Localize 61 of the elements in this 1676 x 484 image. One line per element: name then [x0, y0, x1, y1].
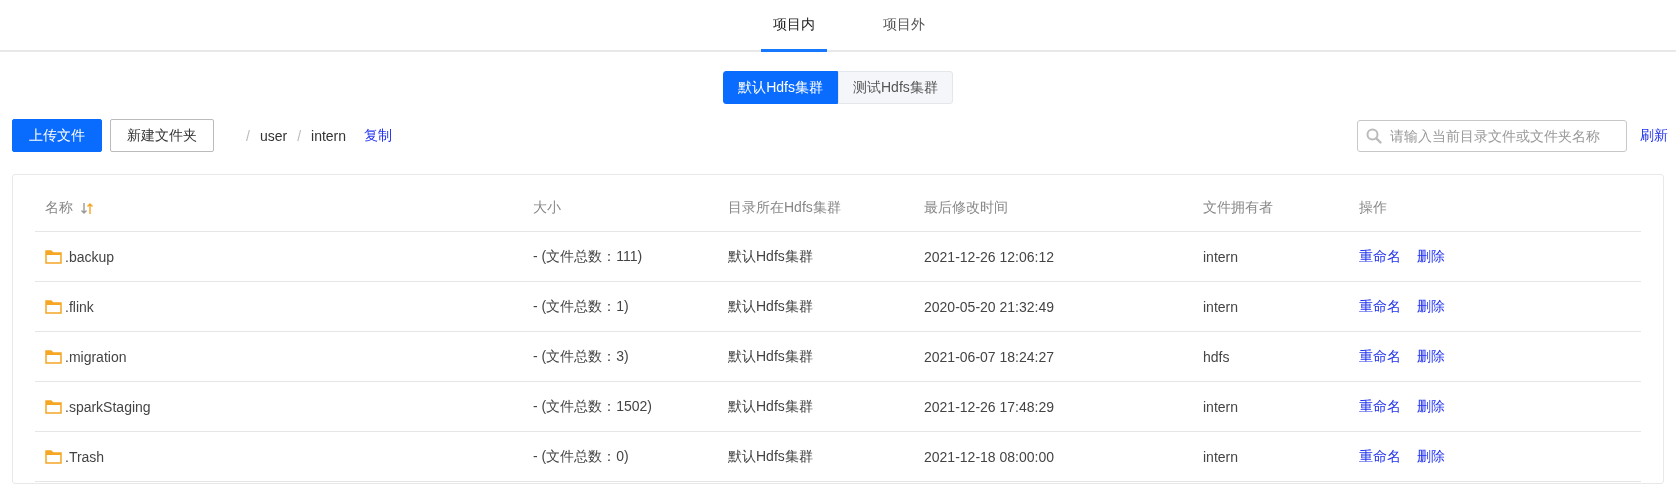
new-folder-button[interactable]: 新建文件夹 — [110, 119, 214, 152]
folder-name[interactable]: .backup — [65, 248, 115, 265]
owner-name: intern — [1203, 298, 1239, 315]
folder-name[interactable]: .sparkStaging — [65, 398, 151, 415]
owner-name: intern — [1203, 398, 1239, 415]
rename-link[interactable]: 重命名 — [1359, 347, 1401, 366]
copy-link[interactable]: 复制 — [364, 126, 393, 145]
rename-link[interactable]: 重命名 — [1359, 397, 1401, 416]
folder-icon — [45, 449, 62, 464]
cluster-segment[interactable]: 默认Hdfs集群 — [723, 71, 838, 104]
modified-time: 2021-12-26 12:06:12 — [924, 248, 1054, 265]
cluster-segment[interactable]: 测试Hdfs集群 — [838, 71, 953, 104]
tab[interactable]: 项目外 — [871, 0, 937, 52]
breadcrumb-item[interactable]: intern — [311, 127, 347, 144]
search-icon — [1366, 127, 1382, 144]
cluster-name: 默认Hdfs集群 — [728, 297, 813, 314]
modified-time: 2021-06-07 18:24:27 — [924, 348, 1054, 365]
file-size: - (文件总数：111) — [533, 247, 643, 264]
cluster-name: 默认Hdfs集群 — [728, 347, 813, 364]
folder-icon — [45, 349, 62, 364]
file-size: - (文件总数：1) — [533, 297, 629, 314]
rename-link[interactable]: 重命名 — [1359, 297, 1401, 316]
folder-name[interactable]: .flink — [65, 298, 94, 315]
delete-link[interactable]: 删除 — [1417, 297, 1445, 316]
sort-icon[interactable] — [81, 201, 93, 215]
column-header: 名称 — [45, 199, 73, 217]
owner-name: hdfs — [1203, 348, 1230, 365]
folder-icon — [45, 399, 62, 414]
rename-link[interactable]: 重命名 — [1359, 447, 1401, 466]
modified-time: 2020-05-20 21:32:49 — [924, 298, 1054, 315]
folder-icon — [45, 249, 62, 264]
owner-name: intern — [1203, 448, 1239, 465]
column-header: 大小 — [533, 199, 561, 215]
rename-link[interactable]: 重命名 — [1359, 247, 1401, 266]
upload-button[interactable]: 上传文件 — [12, 119, 102, 152]
breadcrumb-item[interactable]: user — [259, 127, 288, 144]
breadcrumb-separator: / — [246, 127, 250, 144]
tab[interactable]: 项目内 — [761, 0, 827, 52]
modified-time: 2021-12-26 17:48:29 — [924, 398, 1054, 415]
cluster-name: 默认Hdfs集群 — [728, 247, 813, 264]
owner-name: intern — [1203, 248, 1239, 265]
column-header: 目录所在Hdfs集群 — [728, 199, 841, 215]
file-size: - (文件总数：0) — [533, 447, 629, 464]
delete-link[interactable]: 删除 — [1417, 347, 1445, 366]
file-size: - (文件总数：1502) — [533, 397, 653, 414]
folder-icon — [45, 299, 62, 314]
delete-link[interactable]: 删除 — [1417, 447, 1445, 466]
refresh-link[interactable]: 刷新 — [1640, 126, 1668, 145]
modified-time: 2021-12-18 08:00:00 — [924, 448, 1054, 465]
folder-name[interactable]: .migration — [65, 348, 127, 365]
cluster-name: 默认Hdfs集群 — [728, 447, 813, 464]
folder-name[interactable]: .Trash — [65, 448, 105, 465]
breadcrumb-separator: / — [297, 127, 301, 144]
column-header: 文件拥有者 — [1203, 199, 1273, 215]
file-size: - (文件总数：3) — [533, 347, 629, 364]
delete-link[interactable]: 删除 — [1417, 397, 1445, 416]
column-header: 最后修改时间 — [924, 199, 1008, 215]
column-header: 操作 — [1359, 199, 1387, 215]
cluster-name: 默认Hdfs集群 — [728, 397, 813, 414]
delete-link[interactable]: 删除 — [1417, 247, 1445, 266]
search-field[interactable]: 请输入当前目录文件或文件夹名称 — [1357, 119, 1627, 152]
